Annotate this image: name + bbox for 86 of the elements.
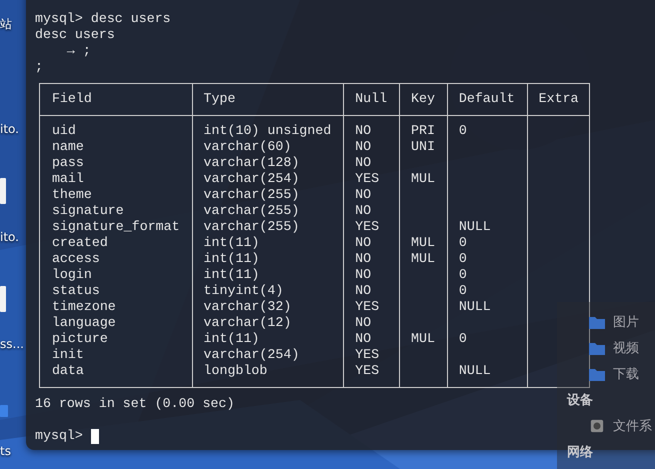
column-header: Null (355, 91, 388, 106)
table-cell: data (52, 363, 84, 378)
table-cell: tinyint(4) (204, 283, 284, 298)
sidebar-item[interactable]: 图片 (613, 313, 639, 331)
sidebar-item[interactable]: 视频 (613, 339, 639, 357)
sidebar-item[interactable]: 下载 (613, 365, 639, 383)
table-cell: NO (355, 203, 372, 218)
table-cell: NO (355, 123, 372, 138)
icon-label[interactable]: 站 (0, 16, 12, 32)
table-cell: signature_format (52, 219, 180, 234)
table-cell: YES (355, 299, 380, 314)
table-cell: MUL (410, 235, 435, 250)
table-cell: NO (355, 187, 372, 202)
column-header: Extra (538, 91, 579, 106)
table-cell: 0 (458, 251, 467, 266)
table-cell: YES (355, 347, 380, 362)
icon-label[interactable]: ito. (0, 121, 19, 137)
table-cell: NO (355, 267, 372, 282)
table-cell: PRI (410, 123, 435, 138)
table-cell: varchar(60) (204, 139, 292, 154)
table-cell: login (52, 267, 92, 282)
table-cell: YES (355, 171, 380, 186)
section-heading: 网络 (567, 444, 593, 461)
terminal-line: desc users (35, 27, 115, 43)
table-cell: YES (355, 363, 380, 378)
icon-label[interactable]: ss... (0, 336, 24, 352)
icon-label[interactable]: ts (0, 443, 11, 459)
table-cell: access (52, 251, 100, 266)
table-cell: 0 (458, 331, 467, 346)
sidebar-item[interactable]: 文件系 (613, 417, 652, 435)
table-cell: int(11) (204, 251, 260, 266)
column-header: Type (204, 91, 236, 106)
table-cell: varchar(255) (204, 187, 300, 202)
table-cell: int(11) (204, 331, 260, 346)
table-cell: longblob (204, 363, 268, 378)
table-cell: uid (52, 123, 76, 138)
table-cell: NO (355, 235, 372, 250)
table-cell: MUL (410, 331, 435, 346)
table-cell: theme (52, 187, 92, 202)
table-cell: 0 (458, 267, 467, 282)
table-cell: NULL (458, 299, 491, 314)
table-cell: varchar(12) (204, 315, 292, 330)
table-cell: NULL (458, 219, 491, 234)
terminal-line: 16 rows in set (0.00 sec) (35, 396, 234, 412)
terminal-line: → ; (66, 43, 91, 59)
table-cell: NO (355, 283, 372, 298)
table-cell: YES (355, 219, 380, 234)
table-cell: NO (355, 139, 372, 154)
table-cell: signature (52, 203, 124, 218)
column-header: Default (458, 91, 515, 106)
table-cell: varchar(255) (204, 203, 300, 218)
table-cell: language (52, 315, 116, 330)
table-cell: MUL (410, 251, 435, 266)
table-cell: NO (355, 315, 372, 330)
table-cell: varchar(32) (204, 299, 292, 314)
table-cell: timezone (52, 299, 116, 314)
table-cell: status (52, 283, 100, 298)
table-cell: init (52, 347, 84, 362)
icon-label[interactable]: ito. (0, 229, 19, 245)
table-cell: int(11) (204, 267, 260, 282)
table-cell: created (52, 235, 108, 250)
table-cell: 0 (458, 235, 467, 250)
table-cell: UNI (410, 139, 435, 154)
prompt-text: mysql> (35, 428, 83, 444)
table-cell: varchar(255) (204, 219, 300, 234)
table-cell: int(11) (204, 235, 260, 250)
table-cell: NO (355, 251, 372, 266)
table-cell: NO (355, 331, 372, 346)
column-header: Key (410, 91, 435, 106)
table-cell: mail (52, 171, 84, 186)
table-cell: NO (355, 155, 372, 170)
table-cell: int(10) unsigned (204, 123, 332, 138)
table-cell: varchar(128) (204, 155, 300, 170)
table-cell: 0 (458, 123, 467, 138)
table-cell: MUL (410, 171, 435, 186)
table-cell: NULL (458, 363, 491, 378)
table-cell: varchar(254) (204, 347, 300, 362)
terminal-line: ; (35, 59, 43, 75)
table-cell: varchar(254) (204, 171, 300, 186)
table-cell: picture (52, 331, 108, 346)
section-heading: 设备 (567, 392, 593, 409)
table-cell: name (52, 139, 84, 154)
table-cell: 0 (458, 283, 467, 298)
terminal-line: mysql> desc users (35, 11, 171, 27)
column-header: Field (52, 91, 92, 106)
table-cell: pass (52, 155, 84, 170)
